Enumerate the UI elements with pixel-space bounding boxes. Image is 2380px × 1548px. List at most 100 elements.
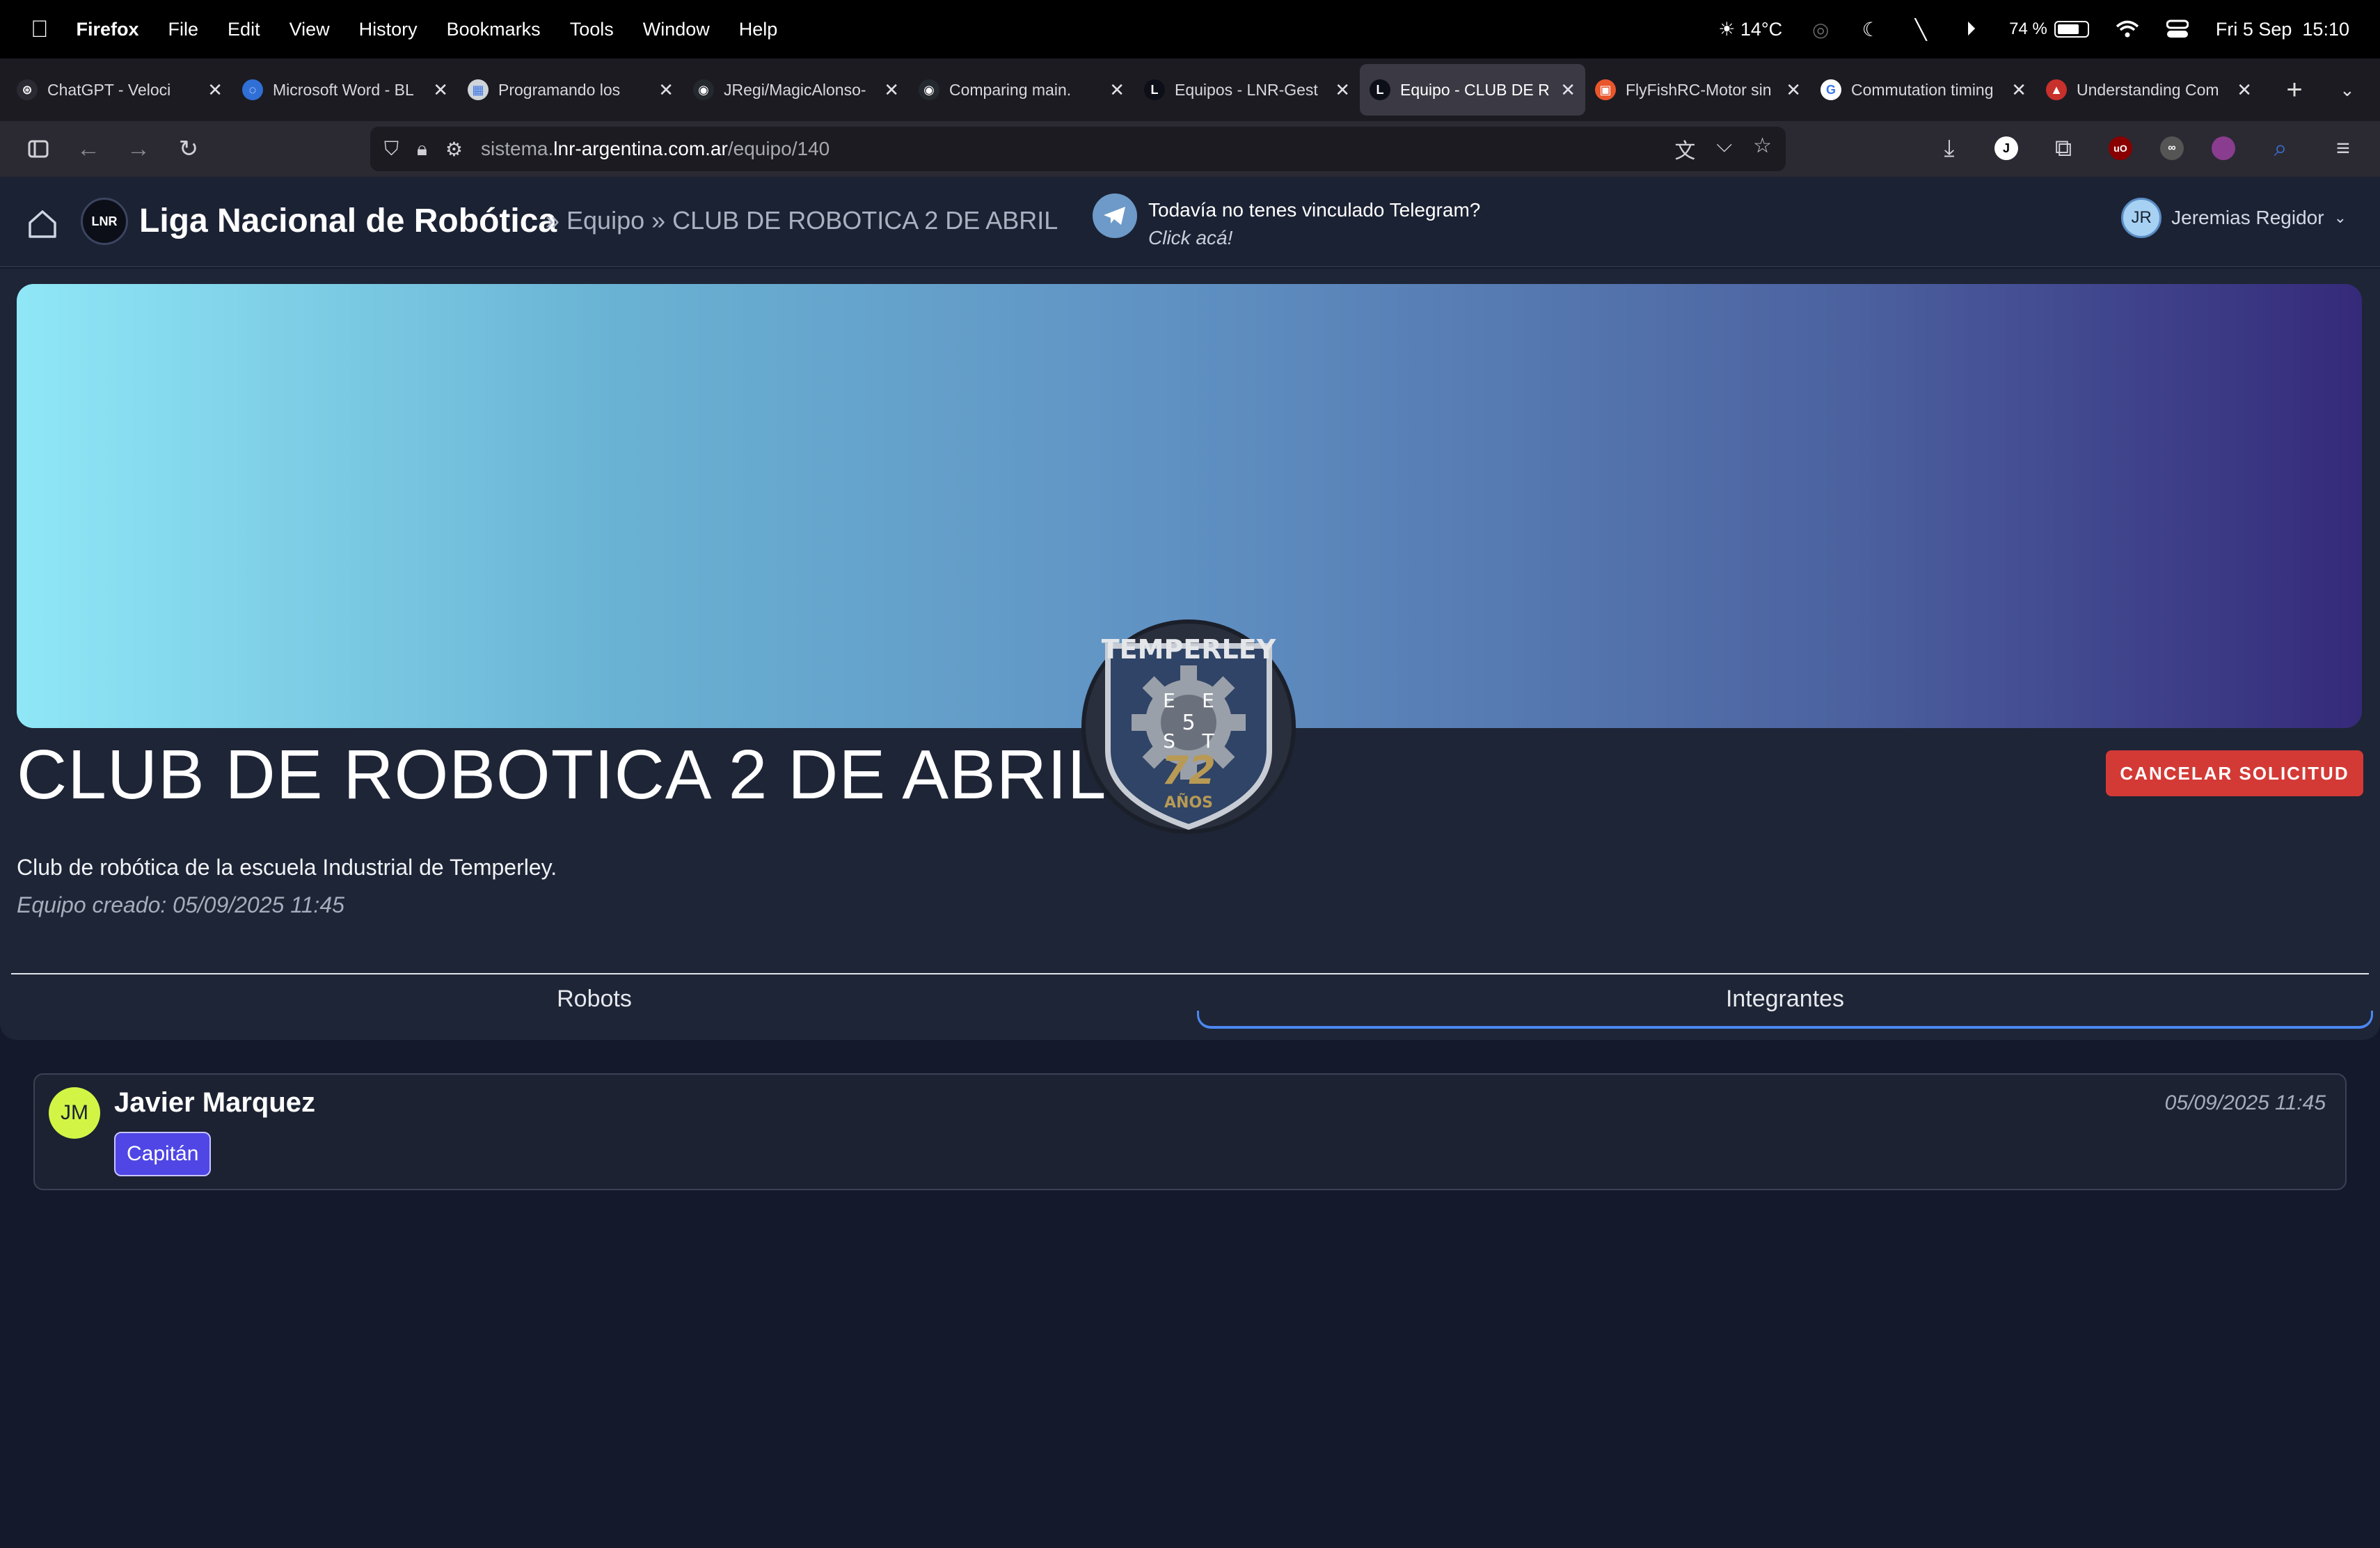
menu-edit[interactable]: Edit bbox=[228, 19, 260, 40]
extensions-puzzle-icon[interactable]: ⧉ bbox=[2046, 131, 2081, 166]
tab-favicon-icon: L bbox=[1370, 79, 1390, 100]
browser-tab[interactable]: ◉ Comparing main. ✕ bbox=[909, 64, 1134, 116]
apple-icon[interactable]:  bbox=[31, 16, 49, 43]
tab-favicon-icon: ⊛ bbox=[17, 79, 38, 100]
menu-tools[interactable]: Tools bbox=[570, 19, 614, 40]
emblem-years-label: AÑOS bbox=[1164, 793, 1213, 812]
broadcast-icon[interactable]: ◎ bbox=[1809, 17, 1832, 41]
user-name: Jeremias Regidor bbox=[2171, 207, 2324, 228]
back-arrow-icon[interactable]: ← bbox=[71, 132, 106, 166]
control-center-icon[interactable] bbox=[2166, 17, 2189, 41]
tab-list-chevron-icon[interactable]: ⌄ bbox=[2340, 79, 2355, 101]
close-icon[interactable]: ✕ bbox=[1786, 79, 1801, 101]
battery-percent: 74 % bbox=[2009, 19, 2047, 38]
weather-status[interactable]: ☀ 14°C bbox=[1718, 19, 1782, 40]
breadcrumb: » Equipo » CLUB DE ROBOTICA 2 DE ABRIL bbox=[546, 206, 1058, 235]
team-name-heading: CLUB DE ROBOTICA 2 DE ABRIL bbox=[17, 736, 1107, 814]
tab-favicon-icon: L bbox=[1144, 79, 1165, 100]
menu-app-name[interactable]: Firefox bbox=[77, 19, 139, 40]
tab-label: Commutation timing bbox=[1851, 80, 1994, 99]
telegram-cta[interactable]: Click acá! bbox=[1148, 224, 1480, 252]
menu-file[interactable]: File bbox=[168, 19, 199, 40]
translate-icon[interactable]: 文 bbox=[1674, 134, 1695, 164]
menu-window[interactable]: Window bbox=[643, 19, 710, 40]
user-menu[interactable]: JR Jeremias Regidor ⌄ bbox=[2121, 198, 2347, 238]
browser-tab[interactable]: L Equipo - CLUB DE R ✕ bbox=[1360, 64, 1585, 116]
menu-help[interactable]: Help bbox=[739, 19, 778, 40]
browser-tab[interactable]: ▦ Programando los ✕ bbox=[458, 64, 683, 116]
home-icon[interactable] bbox=[26, 207, 58, 239]
ublock-icon[interactable]: uO bbox=[2109, 136, 2132, 160]
menu-history[interactable]: History bbox=[359, 19, 418, 40]
tab-favicon-icon: ◉ bbox=[693, 79, 714, 100]
close-icon[interactable]: ✕ bbox=[884, 79, 899, 101]
team-card: TEMPERLEY E E S T 5 72 AÑOS CLUB DE ROBO… bbox=[0, 269, 2380, 1040]
tab-favicon-icon: ◌ bbox=[242, 79, 263, 100]
shield-icon[interactable]: ⛉ bbox=[384, 138, 399, 161]
moon-icon[interactable]: ☾ bbox=[1859, 17, 1882, 41]
pen-icon[interactable]: ╲ bbox=[1909, 17, 1933, 41]
team-description: Club de robótica de la escuela Industria… bbox=[17, 855, 557, 880]
extension-orb-icon[interactable] bbox=[2212, 136, 2235, 160]
tab-integrantes[interactable]: Integrantes bbox=[1197, 986, 2373, 1013]
reload-icon[interactable]: ↻ bbox=[171, 132, 206, 166]
browser-tab[interactable]: ⊛ ChatGPT - Veloci ✕ bbox=[7, 64, 232, 116]
wifi-icon[interactable] bbox=[2116, 17, 2139, 41]
close-icon[interactable]: ✕ bbox=[1109, 79, 1125, 101]
close-icon[interactable]: ✕ bbox=[2011, 79, 2026, 101]
address-bar[interactable]: ⛉ 🔒︎ ⚙ sistema.lnr-argentina.com.ar/equi… bbox=[370, 127, 1786, 171]
pocket-icon[interactable]: ⌵ bbox=[1716, 134, 1732, 164]
cancel-request-button[interactable]: CANCELAR SOLICITUD bbox=[2106, 750, 2363, 796]
browser-nav-bar: ← → ↻ ⛉ 🔒︎ ⚙ sistema.lnr-argentina.com.a… bbox=[0, 121, 2380, 177]
url-text[interactable]: sistema.lnr-argentina.com.ar/equipo/140 bbox=[481, 138, 830, 160]
tab-label: ChatGPT - Veloci bbox=[47, 80, 171, 99]
close-icon[interactable]: ✕ bbox=[433, 79, 448, 101]
tab-label: Microsoft Word - BL bbox=[273, 80, 414, 99]
tabs-divider bbox=[11, 973, 2369, 974]
menu-view[interactable]: View bbox=[289, 19, 330, 40]
browser-tab[interactable]: G Commutation timing ✕ bbox=[1811, 64, 2036, 116]
extension-glasses-icon[interactable]: ∞ bbox=[2160, 136, 2184, 160]
permissions-icon[interactable]: ⚙ bbox=[445, 138, 463, 161]
sidebar-toggle-icon[interactable] bbox=[21, 132, 56, 166]
close-icon[interactable]: ✕ bbox=[1335, 79, 1350, 101]
play-icon[interactable]: ⏵ bbox=[1959, 17, 1983, 41]
tab-robots[interactable]: Robots bbox=[0, 986, 1189, 1013]
tab-favicon-icon: ▣ bbox=[1595, 79, 1616, 100]
emblem-top-text: TEMPERLEY bbox=[1102, 634, 1276, 665]
team-created-date: Equipo creado: 05/09/2025 11:45 bbox=[17, 892, 344, 917]
battery-status[interactable]: 74 % bbox=[2009, 19, 2089, 39]
telegram-link[interactable]: Todavía no tenes vinculado Telegram? Cli… bbox=[1148, 196, 1480, 252]
lnr-logo[interactable]: LNR bbox=[81, 198, 128, 245]
forward-arrow-icon[interactable]: → bbox=[121, 132, 156, 166]
clock[interactable]: Fri 5 Sep 15:10 bbox=[2216, 19, 2349, 40]
hamburger-menu-icon[interactable]: ≡ bbox=[2326, 131, 2361, 166]
close-icon[interactable]: ✕ bbox=[1560, 79, 1576, 101]
bookmark-star-icon[interactable]: ☆ bbox=[1753, 134, 1772, 164]
battery-fill bbox=[2057, 24, 2079, 34]
extension-j-icon[interactable]: J bbox=[1994, 136, 2018, 160]
tab-favicon-icon: ▲ bbox=[2046, 79, 2067, 100]
macos-menu-bar:  Firefox File Edit View History Bookmar… bbox=[0, 0, 2380, 58]
browser-tab[interactable]: ◉ JRegi/MagicAlonso- ✕ bbox=[683, 64, 909, 116]
extension-search-icon[interactable]: ⌕ bbox=[2263, 131, 2298, 166]
tab-label: Understanding Com bbox=[2077, 80, 2219, 99]
battery-icon bbox=[2054, 21, 2089, 38]
new-tab-icon[interactable]: + bbox=[2277, 74, 2312, 106]
close-icon[interactable]: ✕ bbox=[207, 79, 223, 101]
telegram-icon[interactable] bbox=[1093, 194, 1137, 238]
downloads-icon[interactable]: ⤓ bbox=[1932, 131, 1967, 166]
emblem-letter-2: E bbox=[1202, 689, 1214, 712]
emblem-years: 72 bbox=[1161, 748, 1216, 793]
browser-tab[interactable]: L Equipos - LNR-Gest ✕ bbox=[1134, 64, 1360, 116]
tab-label: FlyFishRC-Motor sin bbox=[1626, 80, 1772, 99]
lock-icon[interactable]: 🔒︎ bbox=[417, 138, 427, 161]
browser-tab[interactable]: ▲ Understanding Com ✕ bbox=[2036, 64, 2262, 116]
list-item: JM Javier Marquez Capitán 05/09/2025 11:… bbox=[33, 1073, 2347, 1190]
close-icon[interactable]: ✕ bbox=[658, 79, 674, 101]
browser-tab[interactable]: ◌ Microsoft Word - BL ✕ bbox=[232, 64, 458, 116]
menu-bookmarks[interactable]: Bookmarks bbox=[447, 19, 541, 40]
brand-title[interactable]: Liga Nacional de Robótica bbox=[139, 202, 557, 240]
browser-tab[interactable]: ▣ FlyFishRC-Motor sin ✕ bbox=[1585, 64, 1811, 116]
close-icon[interactable]: ✕ bbox=[2237, 79, 2252, 101]
